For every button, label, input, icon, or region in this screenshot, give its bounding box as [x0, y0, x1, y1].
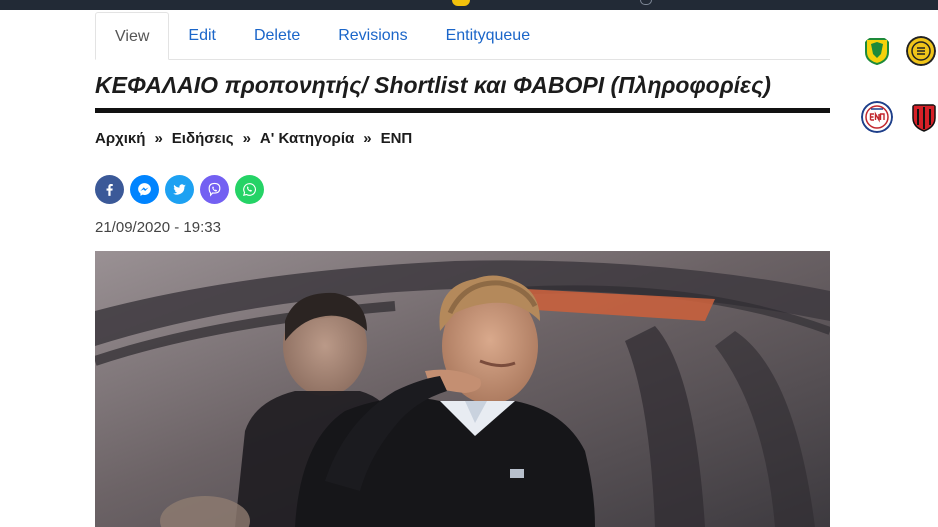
- tab-delete[interactable]: Delete: [235, 12, 319, 60]
- breadcrumb-separator: »: [242, 130, 251, 147]
- tab-edit[interactable]: Edit: [169, 12, 235, 60]
- facebook-icon: [106, 184, 113, 196]
- share-buttons: [95, 175, 264, 204]
- club-crest-icon[interactable]: [908, 101, 938, 133]
- share-whatsapp-button[interactable]: [235, 175, 264, 204]
- club-crest-icon[interactable]: [906, 36, 936, 66]
- messenger-icon: [138, 183, 151, 196]
- breadcrumb-home[interactable]: Αρχική: [95, 130, 145, 147]
- tab-revisions[interactable]: Revisions: [319, 12, 426, 60]
- tab-view[interactable]: View: [95, 12, 170, 60]
- viber-icon: [208, 182, 221, 197]
- tab-entityqueue[interactable]: Entityqueue: [427, 12, 550, 60]
- title-divider: [95, 108, 830, 113]
- coach-photo-image: [95, 251, 830, 527]
- article-title: ΚΕΦΑΛΑΙΟ προπονητής/ Shortlist και ΦΑΒΟΡ…: [95, 72, 771, 98]
- publish-date: 21/09/2020 - 19:33: [95, 219, 221, 236]
- share-twitter-button[interactable]: [165, 175, 194, 204]
- admin-tabs: View Edit Delete Revisions Entityqueue: [95, 12, 830, 60]
- club-crest-icon[interactable]: [862, 36, 892, 66]
- breadcrumb-separator: »: [363, 130, 372, 147]
- breadcrumb-team[interactable]: ΕΝΠ: [381, 130, 413, 147]
- breadcrumb-news[interactable]: Ειδήσεις: [172, 130, 234, 147]
- whatsapp-icon: [243, 183, 256, 196]
- breadcrumb: Αρχική » Ειδήσεις » Α' Κατηγορία » ΕΝΠ: [95, 130, 412, 147]
- breadcrumb-separator: »: [154, 130, 163, 147]
- share-messenger-button[interactable]: [130, 175, 159, 204]
- share-viber-button[interactable]: [200, 175, 229, 204]
- twitter-icon: [173, 184, 186, 195]
- site-logo[interactable]: [452, 0, 470, 6]
- share-facebook-button[interactable]: [95, 175, 124, 204]
- breadcrumb-category[interactable]: Α' Κατηγορία: [260, 130, 354, 147]
- top-navigation-bar: [0, 0, 938, 10]
- article-photo: [95, 251, 830, 527]
- enp-crest-icon[interactable]: [861, 101, 893, 133]
- user-icon[interactable]: [640, 0, 652, 5]
